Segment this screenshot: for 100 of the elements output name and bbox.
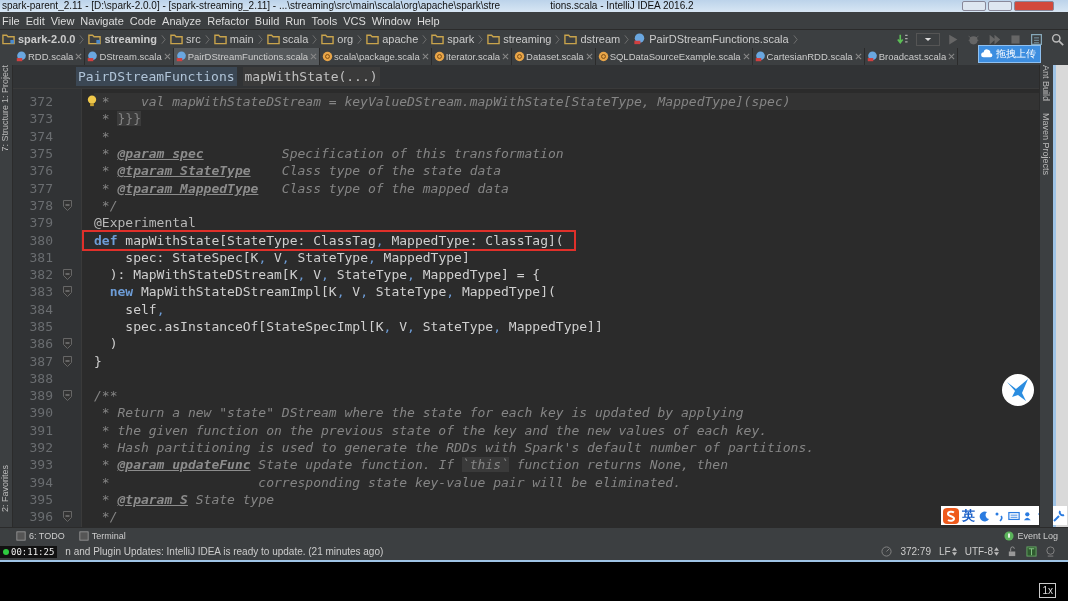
editor-tab[interactable]: scala\package.scala — [320, 48, 432, 65]
run-icon[interactable] — [946, 32, 959, 46]
line-number: 384 — [28, 300, 53, 318]
editor-tab[interactable]: RDD.scala — [14, 48, 86, 65]
editor-tab[interactable]: DStream.scala — [85, 48, 174, 65]
t-square-icon[interactable] — [1026, 546, 1037, 557]
tool-window-button[interactable]: 2: Favorites — [0, 465, 10, 513]
breadcrumb[interactable]: spark-2.0.0 — [2, 33, 76, 45]
fold-marker-icon[interactable] — [63, 355, 72, 367]
bird-icon[interactable] — [1001, 373, 1035, 407]
editor-tab[interactable]: Dataset.scala — [512, 48, 596, 65]
search-icon[interactable] — [1051, 32, 1064, 46]
breadcrumb[interactable]: PairDStreamFunctions — [76, 67, 237, 86]
close-icon[interactable] — [742, 53, 750, 60]
close-icon[interactable] — [502, 53, 510, 60]
line-separator-selector[interactable]: LF — [939, 546, 957, 557]
line-number: 375 — [28, 145, 53, 163]
caret-position[interactable]: 372:79 — [900, 546, 931, 557]
menu-item[interactable]: Analyze — [160, 14, 206, 27]
breadcrumb[interactable]: streaming — [88, 33, 158, 45]
breadcrumb[interactable]: mapWithState(...) — [242, 67, 380, 86]
close-icon[interactable] — [948, 53, 956, 60]
breadcrumb[interactable]: PairDStreamFunctions.scala — [633, 33, 789, 45]
run-config-dropdown[interactable] — [916, 32, 940, 46]
menu-item[interactable]: File — [0, 14, 24, 27]
playback-speed[interactable]: 1x — [1039, 583, 1056, 598]
up-down-icon — [951, 547, 957, 556]
close-icon[interactable] — [854, 53, 862, 60]
editor-tab[interactable]: Broadcast.scala — [864, 48, 959, 65]
tool-window-button[interactable]: 6: TODO — [16, 530, 65, 541]
menu-item[interactable]: VCS — [341, 14, 370, 27]
coverage-icon[interactable] — [988, 32, 1001, 46]
language-toggle[interactable]: 英 — [962, 506, 975, 525]
close-icon[interactable] — [585, 53, 593, 60]
fold-marker-icon[interactable] — [63, 199, 72, 211]
line-number: 388 — [28, 369, 53, 387]
menu-item[interactable]: Help — [414, 14, 444, 27]
code-line: /** — [94, 388, 118, 404]
tool-window-button[interactable]: 1: Project — [0, 65, 10, 104]
editor-tab[interactable]: Iterator.scala — [431, 48, 513, 65]
breadcrumb[interactable]: streaming — [487, 33, 552, 45]
menu-item[interactable]: View — [48, 14, 79, 27]
moon-icon[interactable] — [978, 509, 990, 522]
class-file-icon — [866, 51, 878, 62]
breadcrumb[interactable]: apache — [366, 33, 419, 45]
tool-window-button[interactable]: Ant Build — [1041, 65, 1051, 102]
encoding-selector[interactable]: UTF-8 — [964, 546, 999, 557]
folder-icon — [321, 33, 335, 45]
breadcrumb[interactable]: spark — [431, 33, 475, 45]
folder-icon — [170, 33, 184, 45]
folder-icon — [487, 33, 501, 45]
editor-tab[interactable]: PairDStreamFunctions.scala — [173, 48, 321, 65]
menu-item[interactable]: Code — [127, 14, 161, 27]
menu-item[interactable]: Run — [283, 14, 310, 27]
menu-item[interactable]: Navigate — [78, 14, 128, 27]
breadcrumb[interactable]: org — [321, 33, 354, 45]
project-structure-icon[interactable] — [1030, 32, 1043, 46]
editor-tab[interactable]: CartesianRDD.scala — [752, 48, 865, 65]
code-line: */ — [100, 509, 118, 525]
make-project-icon[interactable] — [897, 32, 910, 46]
lightbulb-icon[interactable] — [87, 95, 97, 108]
window-title: spark-parent_2.11 - [D:\spark-2.0.0] - [spark-streaming_2.11] - ...\streaming\src\main\scala\org\apache\spark\stre — [2, 0, 501, 12]
tool-window-icon — [16, 530, 26, 541]
breadcrumb[interactable]: scala — [266, 33, 309, 45]
tool-window-button[interactable]: Terminal — [78, 530, 126, 541]
fold-marker-icon[interactable] — [63, 511, 72, 523]
menu-item[interactable]: Window — [369, 14, 415, 27]
menu-item[interactable]: Refactor — [205, 14, 253, 27]
line-number: 376 — [28, 162, 53, 180]
menu-item[interactable]: Build — [252, 14, 284, 27]
menu-item[interactable]: Tools — [309, 14, 342, 27]
close-icon[interactable] — [421, 53, 429, 60]
code-line: * corresponding state key-value pair will be eliminated. — [100, 474, 681, 490]
keyboard-icon[interactable] — [1008, 509, 1020, 522]
stop-icon[interactable] — [1009, 32, 1022, 46]
lock-icon[interactable] — [1007, 546, 1018, 557]
event-log-button[interactable]: Event Log — [1004, 530, 1058, 541]
close-icon[interactable] — [163, 53, 171, 60]
close-icon[interactable] — [310, 53, 318, 60]
fold-marker-icon[interactable] — [63, 286, 72, 298]
breadcrumb[interactable]: dstream — [564, 33, 621, 45]
editor-tab[interactable]: SQLDataSourceExample.scala — [595, 48, 753, 65]
wrench-icon[interactable] — [1053, 509, 1065, 522]
code-line: ): MapWithStateDStream[K, V, StateType, MappedType] = { — [108, 267, 541, 283]
gauge-icon[interactable] — [881, 546, 893, 557]
minimize-button[interactable] — [962, 1, 986, 11]
fold-marker-icon[interactable] — [63, 338, 72, 350]
code-line: ) — [108, 336, 118, 352]
breadcrumb[interactable]: src — [170, 33, 201, 45]
fold-marker-icon[interactable] — [63, 269, 72, 281]
s-logo-icon[interactable] — [943, 507, 959, 524]
fold-marker-icon[interactable] — [63, 390, 72, 402]
maximize-button[interactable] — [988, 1, 1012, 11]
tool-window-button[interactable]: Maven Projects — [1041, 113, 1051, 176]
tool-window-button[interactable]: 7: Structure — [0, 105, 10, 152]
menu-item[interactable]: Edit — [23, 14, 49, 27]
inspector-icon[interactable] — [1045, 546, 1056, 557]
close-icon[interactable] — [75, 53, 83, 60]
line-number: 396 — [28, 508, 53, 526]
breadcrumb[interactable]: main — [213, 33, 254, 45]
